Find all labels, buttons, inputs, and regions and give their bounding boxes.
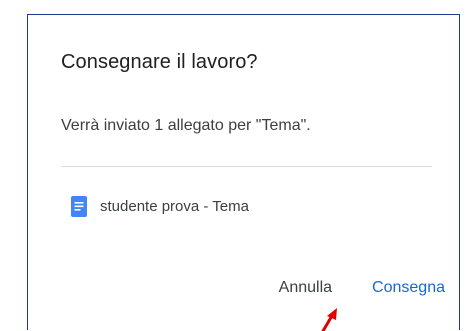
dialog-message: Verrà inviato 1 allegato per "Tema". (61, 117, 311, 134)
divider (61, 166, 432, 167)
annotation-arrow-icon (321, 308, 337, 331)
google-docs-icon (71, 196, 87, 217)
attachment-item[interactable]: studente prova - Tema (71, 196, 249, 217)
dialog-actions: Annulla Consegna (279, 279, 445, 297)
submit-work-dialog: Consegnare il lavoro? Verrà inviato 1 al… (27, 14, 460, 330)
submit-button[interactable]: Consegna (372, 279, 445, 297)
attachment-label: studente prova - Tema (100, 198, 249, 215)
cancel-button[interactable]: Annulla (279, 279, 332, 297)
screenshot-canvas: Consegnare il lavoro? Verrà inviato 1 al… (0, 0, 466, 331)
dialog-title: Consegnare il lavoro? (61, 51, 258, 73)
